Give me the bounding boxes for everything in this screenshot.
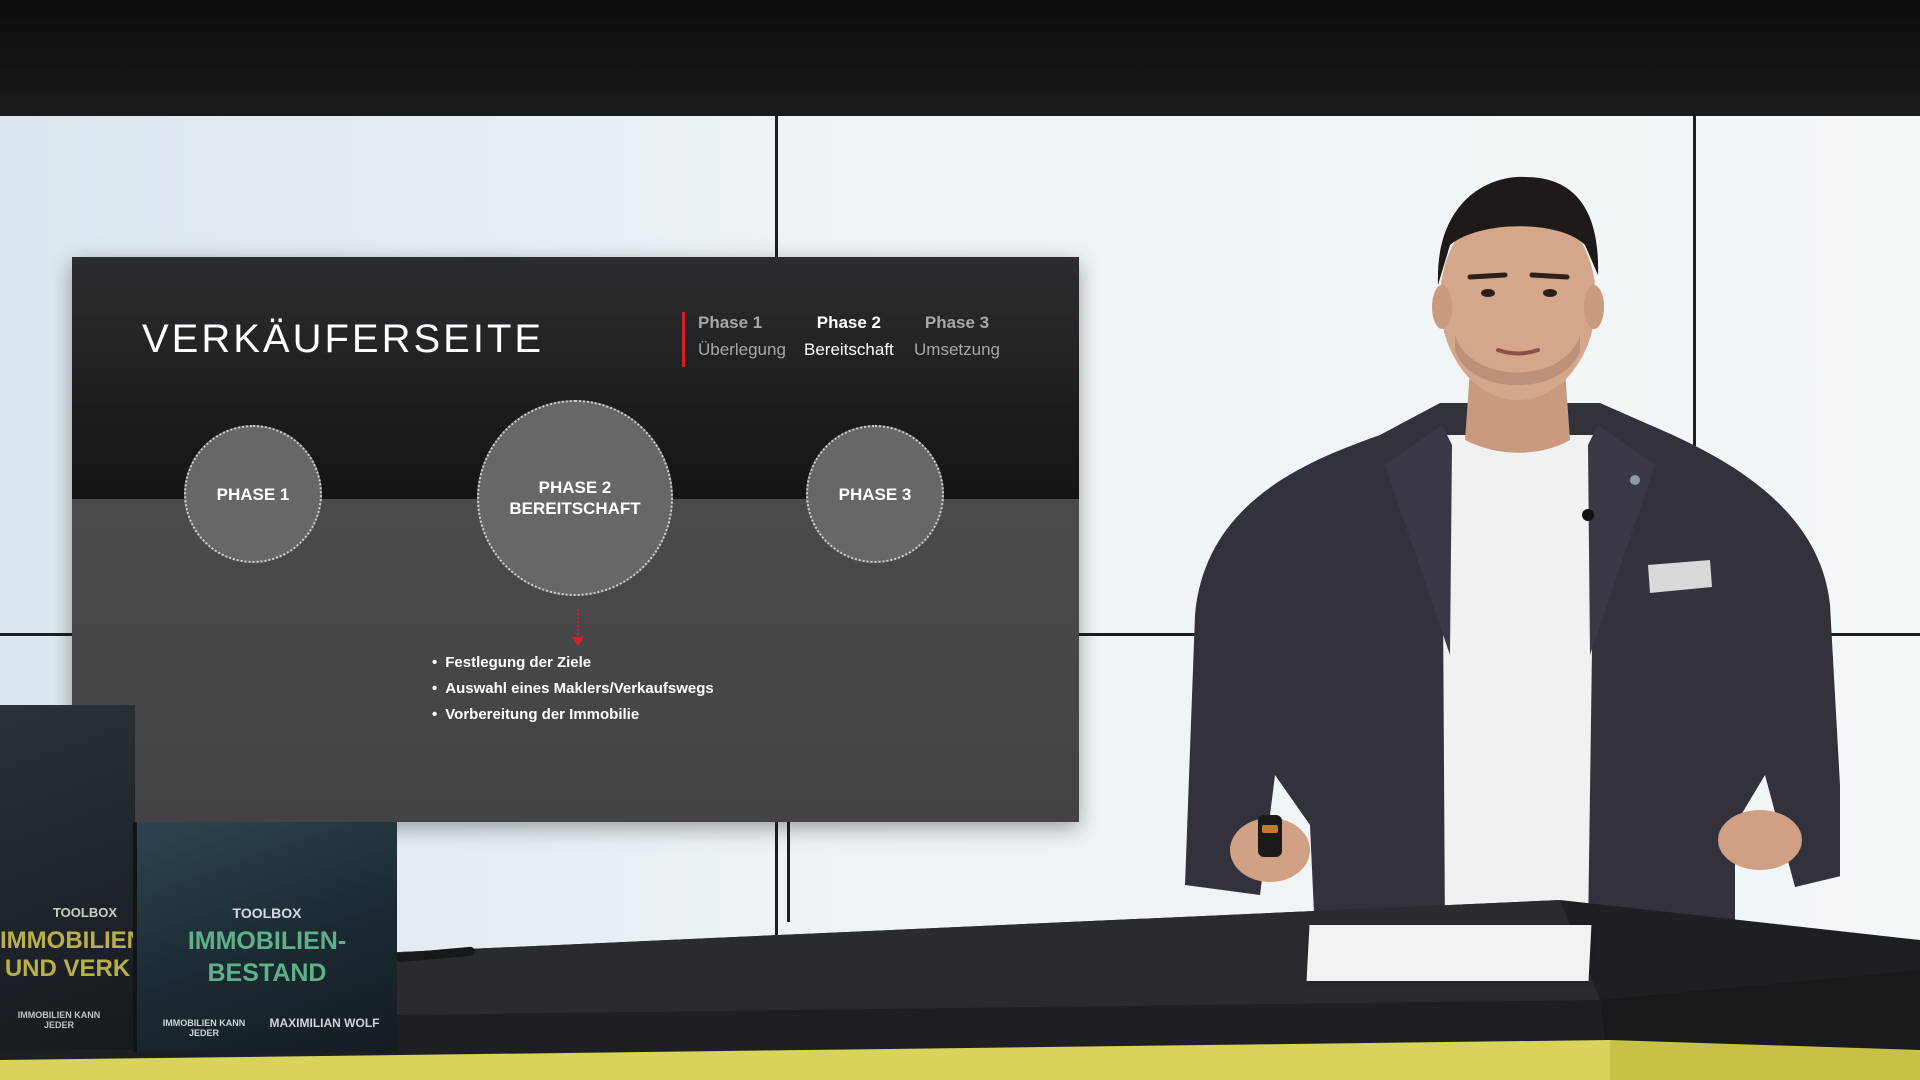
phase-tracker-number: Phase 3	[924, 313, 990, 332]
phase-circle-label-line1: PHASE 2	[538, 478, 612, 497]
slide-title: VERKÄUFERSEITE	[142, 317, 545, 361]
desk-paper	[1306, 925, 1592, 981]
phase-tracker-step-2: Phase 2 Bereitschaft	[804, 313, 894, 360]
bullet-item: Vorbereitung der Immobilie	[432, 702, 714, 728]
arrow-connector	[577, 609, 579, 639]
book-author: MAXIMILIAN WOLF	[269, 1016, 380, 1030]
phase-tracker-label: Bereitschaft	[804, 340, 894, 359]
phase-circle-label: PHASE 3	[838, 484, 912, 504]
phase-tracker-number: Phase 1	[698, 313, 763, 332]
phase-tracker-label: Umsetzung	[914, 340, 1000, 359]
bullet-item: Auswahl eines Maklers/Verkaufswegs	[432, 676, 713, 702]
phase-circle-label: PHASE 1	[216, 484, 290, 504]
arrow-down-icon	[572, 637, 584, 646]
phase-circle-3: PHASE 3	[806, 425, 944, 563]
ceiling-shadow	[0, 0, 1920, 116]
phase-2-bullet-list: Festlegung der Ziele Auswahl eines Makle…	[432, 650, 714, 728]
video-frame: VERKÄUFERSEITE Phase 1 Überlegung Phase …	[0, 0, 1920, 1080]
presenter	[1185, 176, 1840, 935]
phase-tracker-label: Überlegung	[698, 340, 786, 359]
phase-circle-2: PHASE 2 BEREITSCHAFT	[477, 400, 673, 596]
book-toolbox-verkauf: TOOLBOX IMMOBILIEN UND VERK IMMOBILIEN K…	[0, 705, 144, 1050]
book-brand: IMMOBILIEN KANN JEDER	[162, 1018, 246, 1038]
phase-circle-1: PHASE 1	[184, 425, 322, 563]
book-title: IMMOBILIEN- BESTAND	[187, 927, 347, 987]
book-brand: IMMOBILIEN KANN JEDER	[17, 1010, 101, 1030]
phase-tracker-step-3: Phase 3 Umsetzung	[914, 313, 1000, 360]
book-series-label: TOOLBOX	[232, 905, 302, 921]
book-series-label: TOOLBOX	[52, 905, 118, 920]
phase-tracker-divider	[682, 312, 685, 367]
phase-tracker-step-1: Phase 1 Überlegung	[698, 313, 786, 360]
book-title: IMMOBILIEN UND VERK	[0, 927, 144, 982]
book-toolbox-bestand: TOOLBOX IMMOBILIEN- BESTAND IMMOBILIEN K…	[133, 822, 397, 1052]
presentation-slide: VERKÄUFERSEITE Phase 1 Überlegung Phase …	[72, 257, 1079, 822]
phase-circle-label: PHASE 2 BEREITSCHAFT	[509, 477, 640, 519]
phase-circle-label-line2: BEREITSCHAFT	[509, 499, 641, 518]
phase-tracker-number: Phase 2	[816, 313, 882, 332]
bullet-item: Festlegung der Ziele	[432, 650, 714, 676]
